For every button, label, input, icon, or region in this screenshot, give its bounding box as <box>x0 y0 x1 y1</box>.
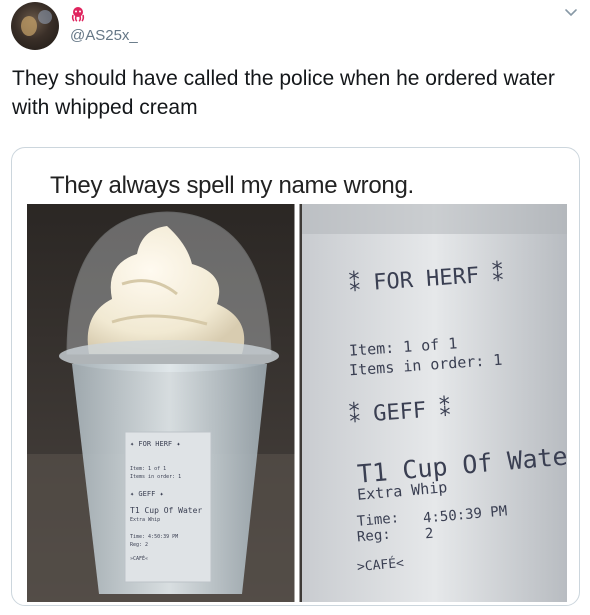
user-handle[interactable]: @AS25x_ <box>70 27 138 44</box>
media-card[interactable]: They always spell my name wrong. ✦ FOR H… <box>11 147 580 606</box>
left-label-extra: Extra Whip <box>130 517 161 523</box>
left-label-time: Time: 4:50:39 PM <box>130 534 179 540</box>
left-label-item: Item: 1 of 1 <box>130 466 167 472</box>
left-label-name: ✦ GEFF ✦ <box>130 490 164 498</box>
right-label-reg-value: 2 <box>424 525 435 543</box>
meme-caption: They always spell my name wrong. <box>50 172 414 199</box>
meme-photo[interactable]: ✦ FOR HERF ✦ Item: 1 of 1 Items in order… <box>27 204 567 602</box>
left-label-footer: »CAFÉ« <box>130 556 149 562</box>
avatar[interactable] <box>11 2 59 50</box>
right-label-reg-label: Reg: <box>356 526 392 546</box>
left-label-header: ✦ FOR HERF ✦ <box>130 440 181 448</box>
octopus-emoji-icon <box>71 7 85 22</box>
chevron-down-icon[interactable] <box>563 4 579 20</box>
tweet-text: They should have called the police when … <box>12 67 555 119</box>
left-label-reg: Reg: 2 <box>130 542 149 548</box>
tweet-header: @AS25x_ <box>0 0 590 58</box>
left-label-order: T1 Cup Of Water <box>130 506 203 515</box>
left-label-items-in-order: Items in order: 1 <box>130 474 182 480</box>
